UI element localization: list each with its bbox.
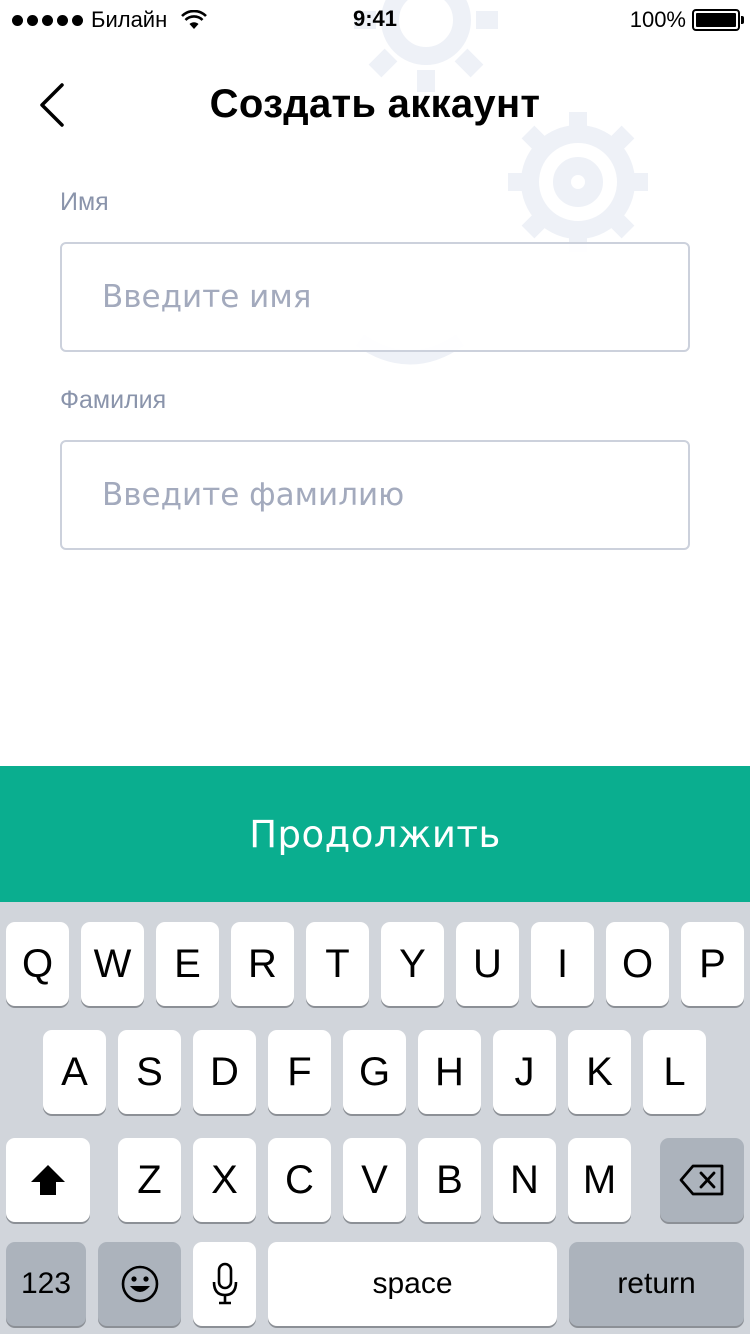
key-w[interactable]: W — [81, 922, 144, 1006]
key-y[interactable]: Y — [381, 922, 444, 1006]
battery-icon — [692, 9, 744, 31]
key-b[interactable]: B — [418, 1138, 481, 1222]
key-h[interactable]: H — [418, 1030, 481, 1114]
page-title: Создать аккаунт — [209, 82, 541, 126]
microphone-key[interactable] — [193, 1242, 256, 1326]
key-m[interactable]: M — [568, 1138, 631, 1222]
microphone-icon — [212, 1262, 237, 1305]
key-k[interactable]: K — [568, 1030, 631, 1114]
key-r[interactable]: R — [231, 922, 294, 1006]
shift-arrow-icon — [31, 1165, 65, 1195]
key-i[interactable]: I — [531, 922, 594, 1006]
key-q[interactable]: Q — [6, 922, 69, 1006]
last-name-input[interactable] — [60, 440, 690, 550]
numbers-key[interactable]: 123 — [6, 1242, 86, 1326]
key-j[interactable]: J — [493, 1030, 556, 1114]
last-name-label: Фамилия — [60, 386, 167, 414]
status-right: 100% — [629, 7, 744, 33]
key-n[interactable]: N — [493, 1138, 556, 1222]
keyboard: Q W E R T Y U I O P A S D F G H J K L Z … — [0, 902, 750, 1334]
key-u[interactable]: U — [456, 922, 519, 1006]
key-v[interactable]: V — [343, 1138, 406, 1222]
space-key[interactable]: space — [268, 1242, 557, 1326]
key-e[interactable]: E — [156, 922, 219, 1006]
return-key[interactable]: return — [569, 1242, 744, 1326]
key-c[interactable]: C — [268, 1138, 331, 1222]
key-s[interactable]: S — [118, 1030, 181, 1114]
key-d[interactable]: D — [193, 1030, 256, 1114]
emoji-key[interactable] — [98, 1242, 181, 1326]
key-a[interactable]: A — [43, 1030, 106, 1114]
key-z[interactable]: Z — [118, 1138, 181, 1222]
key-g[interactable]: G — [343, 1030, 406, 1114]
backspace-icon — [679, 1164, 724, 1196]
key-o[interactable]: O — [606, 922, 669, 1006]
status-bar: Билайн 9:41 100% — [0, 0, 750, 40]
first-name-label: Имя — [60, 188, 109, 216]
key-l[interactable]: L — [643, 1030, 706, 1114]
battery-percentage: 100% — [629, 7, 686, 32]
emoji-icon — [121, 1265, 158, 1303]
first-name-input[interactable] — [60, 242, 690, 352]
delete-key[interactable] — [660, 1138, 744, 1222]
key-f[interactable]: F — [268, 1030, 331, 1114]
key-t[interactable]: T — [306, 922, 369, 1006]
continue-button[interactable]: Продолжить — [0, 766, 750, 902]
shift-key[interactable] — [6, 1138, 90, 1222]
key-p[interactable]: P — [681, 922, 744, 1006]
key-x[interactable]: X — [193, 1138, 256, 1222]
